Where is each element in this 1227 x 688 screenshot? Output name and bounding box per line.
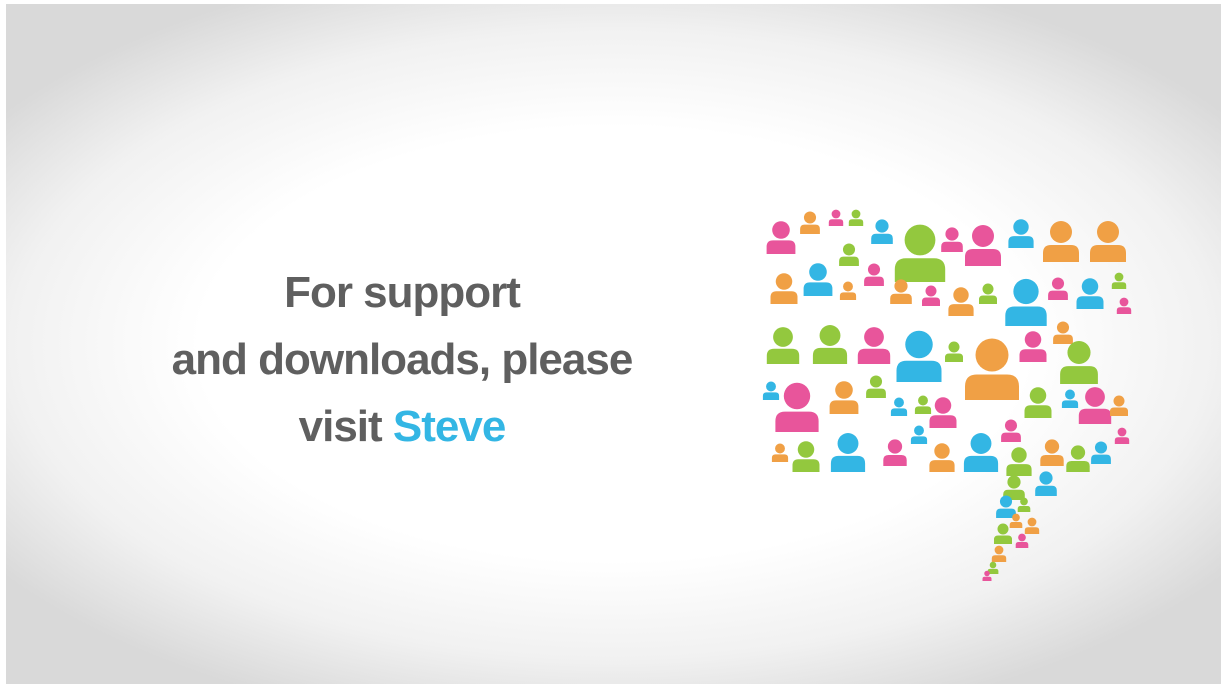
person-icon	[922, 285, 940, 306]
person-icon	[828, 209, 844, 226]
person-icon	[812, 325, 848, 364]
person-icon	[929, 443, 955, 472]
person-icon	[948, 287, 974, 316]
person-icon	[1116, 297, 1132, 314]
person-icon	[945, 341, 963, 362]
person-icon	[991, 545, 1007, 562]
person-icon	[1001, 419, 1021, 442]
person-icon	[979, 283, 997, 304]
person-icon	[1053, 321, 1073, 344]
banner: For support and downloads, please visit …	[6, 4, 1221, 684]
person-icon	[1024, 387, 1052, 418]
person-icon	[890, 279, 912, 304]
person-icon	[965, 338, 1019, 400]
person-icon	[1005, 278, 1047, 326]
person-icon	[766, 221, 796, 254]
person-icon	[1006, 447, 1032, 476]
person-icon	[829, 381, 859, 414]
person-icon	[848, 209, 864, 226]
person-icon	[1008, 219, 1034, 248]
person-icon	[1040, 439, 1064, 466]
person-icon	[1061, 389, 1079, 408]
person-icon	[1019, 331, 1047, 362]
person-icon	[762, 381, 780, 400]
person-icon	[770, 273, 798, 304]
person-icon	[963, 433, 999, 472]
person-icon	[890, 397, 908, 416]
people-speech-bubble-graphic	[762, 209, 1132, 581]
person-icon	[839, 243, 859, 266]
person-icon	[1015, 533, 1029, 548]
person-icon	[864, 263, 884, 286]
person-icon	[766, 327, 800, 364]
person-icon	[871, 219, 893, 244]
person-icon	[910, 425, 928, 444]
person-icon	[800, 211, 820, 234]
person-icon	[941, 227, 963, 252]
person-icon	[1076, 278, 1104, 309]
person-icon	[1110, 395, 1128, 416]
person-icon	[1091, 441, 1111, 464]
person-icon	[1043, 221, 1079, 262]
person-icon	[792, 441, 820, 472]
person-icon	[1066, 445, 1090, 472]
person-icon	[896, 330, 942, 382]
person-icon	[994, 523, 1012, 544]
person-icon	[1111, 272, 1127, 289]
person-icon	[894, 224, 946, 282]
person-icon	[914, 395, 932, 414]
person-icon	[883, 439, 907, 466]
person-icon	[965, 225, 1001, 266]
person-icon	[1060, 340, 1098, 384]
person-icon	[866, 375, 886, 398]
person-icon	[1114, 427, 1130, 444]
person-icon	[775, 382, 819, 432]
person-icon	[771, 443, 789, 462]
person-icon	[857, 327, 891, 364]
person-icon	[803, 263, 833, 296]
person-icon	[1035, 471, 1057, 496]
person-icon	[1048, 277, 1068, 300]
person-icon	[1024, 517, 1040, 534]
person-icon	[839, 281, 857, 300]
person-icon	[1090, 221, 1126, 262]
person-icon	[830, 433, 866, 472]
person-icon	[1078, 387, 1112, 424]
person-icon	[929, 397, 957, 428]
